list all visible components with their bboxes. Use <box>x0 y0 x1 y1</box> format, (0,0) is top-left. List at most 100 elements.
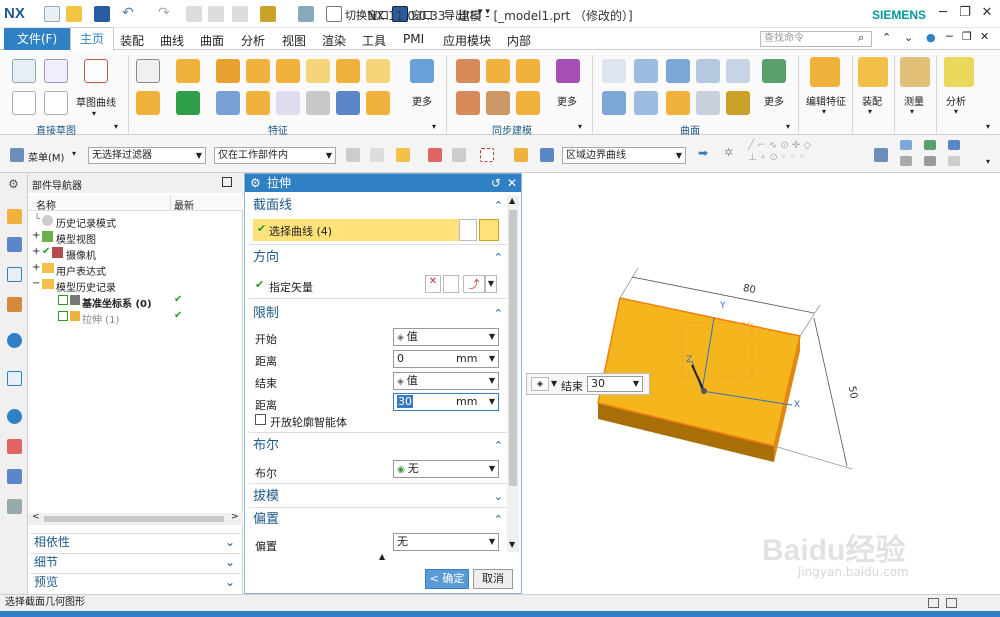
gear-icon[interactable]: ⚙ <box>8 177 19 191</box>
sketch-curve-dropdown-icon[interactable]: ▾ <box>92 109 96 118</box>
minimize-ribbon-icon[interactable]: ⌄ <box>904 31 913 44</box>
measure-button[interactable]: 测量 <box>904 93 924 108</box>
replace-face-icon[interactable] <box>456 91 480 115</box>
doc-close-button[interactable]: ✕ <box>980 30 989 43</box>
tab-curve[interactable]: 曲线 <box>160 32 184 49</box>
details-panel-header[interactable]: 细节 ⌄ <box>30 553 241 570</box>
minimize-button[interactable]: ─ <box>934 4 952 22</box>
bounded-plane-icon[interactable] <box>602 91 626 115</box>
start-type-dropdown[interactable]: ◈ 值 ▼ <box>393 328 499 346</box>
feature-group-dropdown-icon[interactable]: ▾ <box>432 122 436 131</box>
pull-face-icon[interactable] <box>486 59 510 83</box>
assembly-navigator-icon[interactable] <box>7 209 22 224</box>
select-curve-row[interactable]: ✔ 选择曲线 (4) <box>253 219 459 241</box>
roles-icon[interactable] <box>7 469 22 484</box>
sketch-section-button[interactable] <box>459 219 477 241</box>
tab-pmi[interactable]: PMI <box>403 32 424 46</box>
web-browser-icon[interactable] <box>7 371 22 386</box>
maximize-button[interactable]: ❐ <box>956 4 974 22</box>
search-icon[interactable]: ⌕ <box>858 31 864 45</box>
show-more-icon[interactable]: ▲ <box>379 552 385 561</box>
offset-header[interactable]: 偏置 ⌃ <box>249 510 507 529</box>
tree-row-history-mode[interactable]: └ 历史记录模式 <box>28 214 243 230</box>
revolve-icon[interactable] <box>136 91 160 115</box>
surface-group-dropdown-icon[interactable]: ▾ <box>786 122 790 131</box>
boss-icon[interactable] <box>306 59 330 83</box>
dependencies-panel-header[interactable]: 相依性 ⌄ <box>30 533 241 550</box>
ribbon-options-icon[interactable]: ⌃ <box>882 31 891 44</box>
start-distance-input[interactable]: 0 mm ▼ <box>393 350 499 368</box>
profile-icon[interactable] <box>84 59 108 83</box>
general-selection-icon[interactable] <box>346 148 360 162</box>
snap-point-icons[interactable]: ╱ ⌐ ∿ ⊙ ✛ ◇ ⊥ ∘ ⊙ ◦ ◦ ◦ <box>748 140 811 164</box>
edit-feature-button[interactable]: 编辑特征 <box>806 93 846 108</box>
tab-render[interactable]: 渲染 <box>322 32 346 49</box>
block-icon[interactable] <box>246 59 270 83</box>
more-sync-icon[interactable] <box>556 59 580 83</box>
column-name-header[interactable]: 名称 <box>36 197 56 212</box>
tab-analysis[interactable]: 分析 <box>241 32 265 49</box>
subtract-icon[interactable] <box>306 91 330 115</box>
thicken-icon[interactable] <box>666 91 690 115</box>
layer-icon[interactable] <box>924 140 936 150</box>
close-icon[interactable]: ✕ <box>507 174 517 192</box>
boolean-dropdown[interactable]: ◉ 无 ▼ <box>393 460 499 478</box>
tree-row-user-expressions[interactable]: + 用户表达式 <box>28 262 243 278</box>
dialog-scrollbar[interactable]: ▲ ▼ <box>507 196 519 552</box>
vector-origin-handle[interactable] <box>701 388 707 394</box>
inferred-vector-button[interactable]: ⤴ <box>463 275 485 293</box>
section-curve-header[interactable]: 截面线 ⌃ <box>249 196 507 215</box>
ribbon-more-dropdown-icon[interactable]: ▾ <box>986 122 990 131</box>
patch-icon[interactable] <box>634 91 658 115</box>
reset-icon[interactable]: ↺ <box>491 174 501 192</box>
selection-scope-dropdown[interactable]: 仅在工作部件内 ▼ <box>214 147 336 164</box>
status-icon-2[interactable] <box>946 598 957 608</box>
end-type-dropdown[interactable]: ◈ 值 ▼ <box>393 372 499 390</box>
trim-body-icon[interactable] <box>276 91 300 115</box>
select-feature-icon[interactable] <box>540 148 554 162</box>
move-face-icon[interactable] <box>456 59 480 83</box>
reverse-direction-button[interactable]: ✕ <box>425 275 441 293</box>
sketch-point-icon[interactable] <box>44 59 68 83</box>
more-sync-button[interactable]: 更多 <box>557 93 577 108</box>
tree-row-model-history[interactable]: − 模型历史记录 <box>28 278 243 294</box>
column-latest-header[interactable]: 最新 <box>174 197 194 212</box>
tree-row-camera[interactable]: + ✔ 摄像机 <box>28 246 243 262</box>
boolean-header[interactable]: 布尔 ⌃ <box>249 436 507 455</box>
display-icon[interactable] <box>948 156 960 166</box>
scrollbar-thumb[interactable] <box>509 210 517 486</box>
part-navigator-icon[interactable] <box>7 267 22 282</box>
render-style-icon[interactable] <box>948 140 960 150</box>
through-curves-icon[interactable] <box>602 59 626 83</box>
type-filter-icon[interactable] <box>370 148 384 162</box>
extrude-icon[interactable] <box>176 59 200 83</box>
cylinder-icon[interactable] <box>276 59 300 83</box>
more-feature-button[interactable]: 更多 <box>412 93 432 108</box>
more-feature-icon[interactable] <box>410 59 434 83</box>
menu-button[interactable]: 菜单(M) <box>28 149 64 164</box>
history-icon[interactable] <box>7 409 22 424</box>
expand-icon[interactable]: + <box>32 246 40 257</box>
through-curve-mesh-icon[interactable] <box>634 59 658 83</box>
status-icon-1[interactable] <box>928 598 939 608</box>
measure-icon[interactable] <box>900 57 930 87</box>
arc-icon[interactable] <box>44 91 68 115</box>
rectangle-select-icon[interactable] <box>480 148 494 162</box>
studio-surface-icon[interactable] <box>696 59 720 83</box>
edit-feature-icon[interactable] <box>810 57 840 87</box>
direct-sketch-group-dropdown-icon[interactable]: ▾ <box>114 122 118 131</box>
feature-curve-icon[interactable] <box>452 148 466 162</box>
measure-dropdown-icon[interactable]: ▾ <box>910 107 914 116</box>
open-profile-checkbox[interactable] <box>255 414 266 425</box>
onscreen-end-input[interactable]: 30 ▼ <box>587 376 643 392</box>
chevron-down-icon[interactable]: ▼ <box>551 379 557 388</box>
sync-group-dropdown-icon[interactable]: ▾ <box>578 122 582 131</box>
datum-plane-icon[interactable] <box>136 59 160 83</box>
collapse-icon[interactable]: − <box>32 278 40 289</box>
end-distance-input[interactable]: 30 mm ▼ <box>393 393 499 411</box>
tab-applications[interactable]: 应用模块 <box>443 32 491 49</box>
graphics-window[interactable]: 80 50 Y X Z ◈ ▼ 结束 30 ▼ Baidu经验 jingyan.b… <box>522 173 1000 594</box>
view-orient-icon[interactable] <box>900 140 912 150</box>
toolbar-more-dropdown-icon[interactable]: ▾ <box>986 157 990 166</box>
curve-select-button[interactable] <box>479 219 499 241</box>
